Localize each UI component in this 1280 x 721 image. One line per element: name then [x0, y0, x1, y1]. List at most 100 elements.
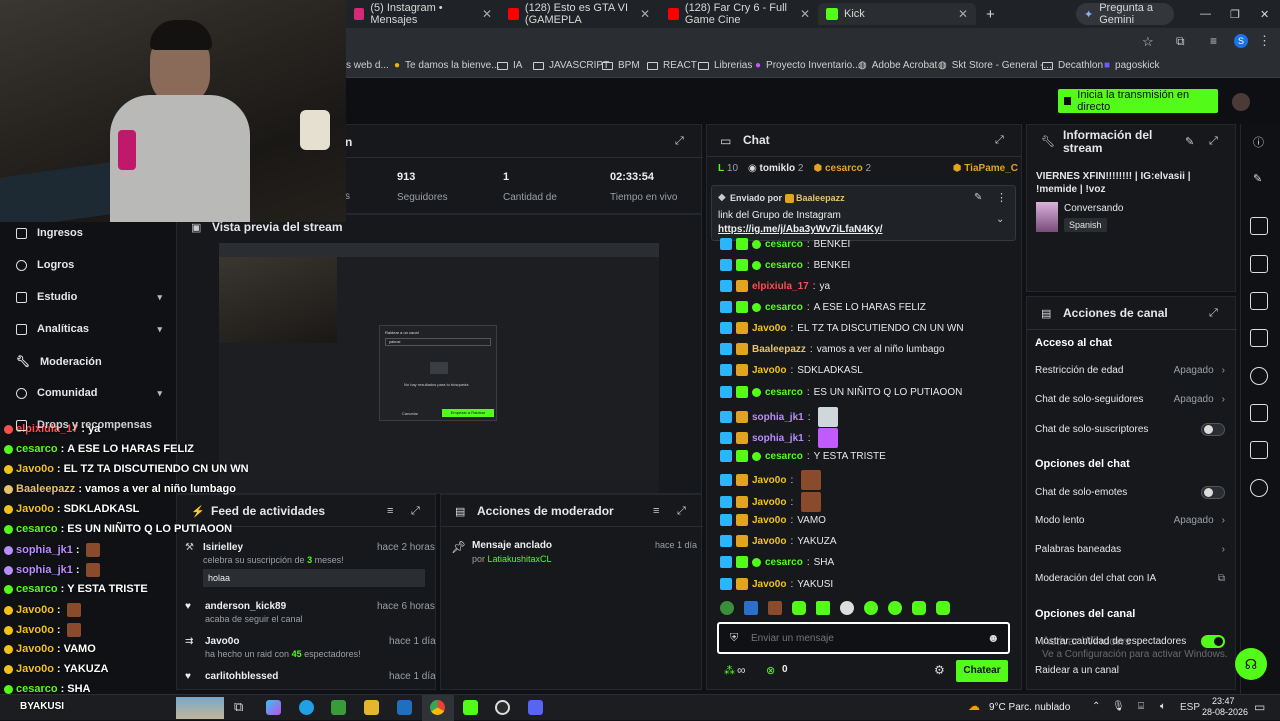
emoji-icon[interactable]: ☻: [987, 631, 1000, 645]
mic-icon[interactable]: 🎙︎: [1112, 701, 1125, 712]
obs-icon[interactable]: [495, 700, 510, 715]
extensions-icon[interactable]: ⧉: [1176, 34, 1185, 49]
gemini-button[interactable]: ✦ Pregunta a Gemini: [1076, 2, 1174, 26]
emote-icon[interactable]: [768, 601, 782, 615]
close-icon[interactable]: ✕: [958, 7, 968, 21]
expand-icon[interactable]: ⤢: [995, 134, 1004, 147]
emote-icon[interactable]: [936, 601, 950, 615]
bookmark-item[interactable]: ● Te damos la bienve...: [394, 60, 500, 71]
minimize-button[interactable]: —: [1192, 3, 1212, 25]
mail-icon[interactable]: [397, 700, 412, 715]
tab-instagram[interactable]: (5) Instagram • Mensajes ✕: [346, 2, 500, 26]
sidebar-item-analiticas[interactable]: Analíticas ▾: [16, 323, 162, 335]
chrome-icon[interactable]: [430, 700, 445, 715]
ai-moderation-row[interactable]: Moderación del chat con IA ⧉: [1035, 573, 1225, 584]
sidebar-item-moderacion[interactable]: 🔧︎ Moderación: [16, 355, 162, 369]
chat-username[interactable]: Baaleepazz: [752, 344, 806, 355]
gear-icon[interactable]: ⚙: [934, 663, 945, 677]
media-icon[interactable]: ≡: [1210, 34, 1217, 48]
wrench-icon[interactable]: [1250, 441, 1268, 459]
preview-video[interactable]: Raidear a un canal yakusi No hay resulta…: [219, 243, 659, 493]
record-icon[interactable]: [1250, 367, 1268, 385]
close-icon[interactable]: ✕: [640, 7, 650, 21]
expand-icon[interactable]: ⤢: [1209, 307, 1218, 320]
show-viewers-toggle[interactable]: [1201, 635, 1225, 648]
language-indicator[interactable]: ESP: [1180, 702, 1200, 713]
subs-only-toggle[interactable]: [1201, 423, 1225, 436]
chat-username[interactable]: Javo0o: [752, 515, 786, 526]
followers-only-row[interactable]: Chat de solo-seguidores Apagado ›: [1035, 394, 1225, 405]
chat-username[interactable]: Javo0o: [752, 579, 786, 590]
notification-icon[interactable]: ▭: [1254, 700, 1265, 714]
bookmark-folder[interactable]: BPM: [602, 60, 640, 71]
bookmark-folder[interactable]: Librerias: [698, 60, 752, 71]
channel-icon[interactable]: [1250, 404, 1268, 422]
close-icon[interactable]: ✕: [800, 7, 810, 21]
expand-icon[interactable]: ⤢: [677, 505, 686, 518]
emote-icon[interactable]: [840, 601, 854, 615]
go-live-button[interactable]: Inicia la transmisión en directo: [1058, 89, 1218, 113]
pinned-link[interactable]: https://ig.me/j/Aba3yWv7iLfaN4Ky/: [718, 224, 882, 235]
unpin-icon[interactable]: ✎: [974, 192, 982, 203]
bolt-icon[interactable]: [1250, 255, 1268, 273]
bookmark-item[interactable]: ◍ Adobe Acrobat: [858, 60, 937, 71]
info-icon[interactable]: ⓘ: [1253, 134, 1264, 150]
tab-gta[interactable]: (128) Esto es GTA VI (GAMEPLA ✕: [500, 2, 658, 26]
chat-icon[interactable]: [1250, 329, 1268, 347]
sidebar-item-drops[interactable]: Drops y recompensas: [16, 419, 162, 431]
expand-icon[interactable]: ⤢: [675, 135, 684, 148]
bookmark-folder[interactable]: REACT: [647, 60, 697, 71]
edit-icon[interactable]: ✎: [1253, 172, 1262, 185]
raid-search-input[interactable]: yakusi: [385, 338, 491, 346]
chat-input-box[interactable]: ⛨ ☻: [717, 622, 1010, 654]
raid-start-button[interactable]: Empezar a Raidear: [442, 409, 494, 417]
chat-username[interactable]: cesarco: [765, 557, 803, 568]
chat-username[interactable]: cesarco: [765, 387, 803, 398]
emote-icon[interactable]: [744, 601, 758, 615]
emote-icon[interactable]: [912, 601, 926, 615]
sidebar-item-estudio[interactable]: Estudio ▾: [16, 291, 162, 303]
expand-icon[interactable]: ⤢: [1209, 135, 1218, 148]
expand-icon[interactable]: ⤢: [411, 505, 420, 518]
bookmark-item[interactable]: ◍ Skt Store - General -...: [938, 60, 1052, 71]
supporter-item[interactable]: L 10: [718, 163, 738, 174]
whatsapp-icon[interactable]: [331, 700, 346, 715]
send-button[interactable]: Chatear: [956, 660, 1008, 682]
maximize-button[interactable]: ❐: [1222, 3, 1242, 25]
supporter-item[interactable]: ⬢ cesarco 2: [813, 163, 871, 174]
stream-category[interactable]: Conversando: [1064, 203, 1123, 214]
tab-farcry[interactable]: (128) Far Cry 6 - Full Game Cine ✕: [660, 2, 818, 26]
discord-icon[interactable]: [528, 700, 543, 715]
filter-icon[interactable]: ≡: [653, 505, 659, 517]
tab-kick[interactable]: Kick ✕: [818, 3, 976, 25]
edit-icon[interactable]: ✎: [1185, 135, 1194, 148]
emotes-only-toggle[interactable]: [1201, 486, 1225, 499]
emote-icon[interactable]: [888, 601, 902, 615]
raid-cancel-button[interactable]: Cancelar: [402, 411, 418, 416]
kick-app-icon[interactable]: [463, 700, 478, 715]
banned-words-row[interactable]: Palabras baneadas ›: [1035, 544, 1225, 555]
sidebar-item-ingresos[interactable]: Ingresos: [16, 227, 162, 239]
chat-username[interactable]: elpixiula_17: [752, 281, 809, 292]
pinned-user[interactable]: Baaleepazz: [796, 193, 845, 203]
bookmark-folder[interactable]: JAVASCRIPT: [533, 60, 609, 71]
sidebar-item-comunidad[interactable]: Comunidad ▾: [16, 387, 162, 399]
chat-username[interactable]: sophia_jk1: [752, 412, 804, 423]
slow-mode-row[interactable]: Modo lento Apagado ›: [1035, 515, 1225, 526]
emote-icon[interactable]: [864, 601, 878, 615]
supporter-item[interactable]: ◉ tomiklo 2: [748, 163, 803, 174]
clock-date[interactable]: 28-08-2026: [1202, 707, 1248, 717]
age-restriction-row[interactable]: Restricción de edad Apagado ›: [1035, 365, 1225, 376]
bookmark-folder[interactable]: Decathlon: [1042, 60, 1103, 71]
chevron-down-icon[interactable]: ⌄: [996, 214, 1004, 225]
bookmark-item[interactable]: ● Proyecto Inventario...: [755, 60, 861, 71]
video-icon[interactable]: [1250, 217, 1268, 235]
network-icon[interactable]: ⌸: [1138, 701, 1144, 712]
help-button[interactable]: ☊: [1235, 648, 1267, 680]
filter-icon[interactable]: ≡: [387, 505, 393, 517]
chat-username[interactable]: Javo0o: [752, 475, 786, 486]
bookmark-item[interactable]: ■ pagoskick: [1104, 60, 1160, 71]
chat-username[interactable]: Javo0o: [752, 323, 786, 334]
menu-icon[interactable]: ⋮: [1258, 33, 1271, 49]
emote-icon[interactable]: [816, 601, 830, 615]
